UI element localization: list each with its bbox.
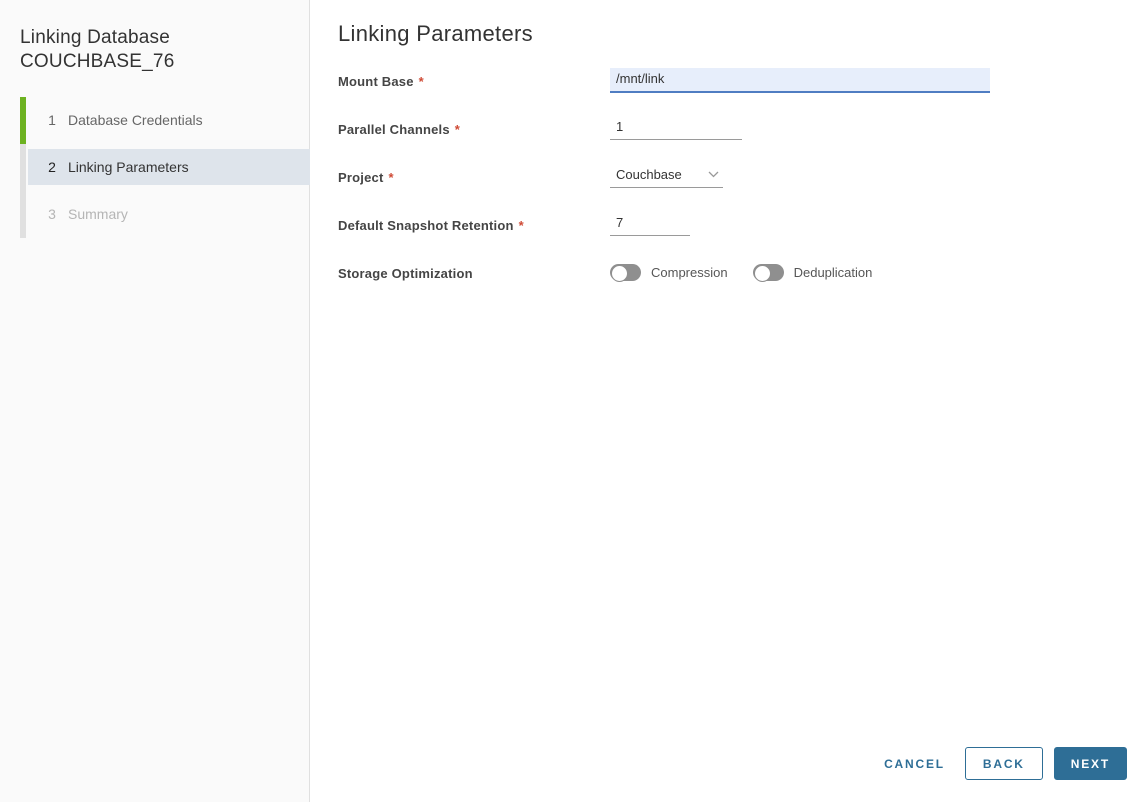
step-number: 3 [48, 206, 56, 222]
wizard-steps: 1 Database Credentials 2 Linking Paramet… [20, 97, 310, 238]
wizard-title: Linking Database COUCHBASE_76 [20, 26, 309, 74]
snapshot-retention-label: Default Snapshot Retention * [338, 218, 524, 233]
snapshot-retention-input[interactable] [610, 212, 690, 236]
required-asterisk: * [454, 122, 461, 137]
step-linking-parameters[interactable]: 2 Linking Parameters [20, 144, 310, 191]
step-number: 1 [48, 112, 56, 128]
required-asterisk: * [518, 218, 524, 233]
wizard-footer: CANCEL BACK NEXT [882, 747, 1127, 780]
cancel-button[interactable]: CANCEL [882, 748, 947, 780]
mount-base-row: Mount Base * [338, 68, 1148, 116]
deduplication-toggle[interactable] [752, 264, 784, 282]
project-select-value: Couchbase [616, 167, 682, 182]
mount-base-input[interactable] [610, 68, 990, 93]
next-button[interactable]: NEXT [1053, 747, 1127, 780]
step-label: Linking Parameters [68, 159, 189, 175]
step-summary: 3 Summary [20, 191, 309, 238]
wizard-title-line2: COUCHBASE_76 [20, 51, 175, 72]
required-asterisk: * [418, 74, 424, 89]
back-button[interactable]: BACK [964, 747, 1043, 780]
wizard-content: Linking Parameters Mount Base* Parallel … [311, 0, 1148, 802]
parallel-channels-row: Parallel Channels * [338, 116, 1148, 164]
parallel-channels-input[interactable] [610, 116, 742, 140]
step-label: Database Credentials [68, 112, 203, 128]
linking-parameters-form: Mount Base* Parallel Channels* Project* [311, 68, 1148, 308]
deduplication-toggle-group: Deduplication [752, 264, 873, 282]
project-select[interactable]: Couchbase [610, 164, 723, 188]
deduplication-toggle-label: Deduplication [793, 265, 873, 280]
step-label: Summary [68, 206, 128, 222]
mount-base-label: Mount Base * [338, 74, 424, 89]
storage-optimization-row: Storage Optimization Compression Dedupli… [338, 260, 1148, 308]
compression-toggle[interactable] [610, 264, 641, 282]
project-label: Project * [338, 170, 394, 185]
step-number: 2 [48, 159, 56, 175]
chevron-down-icon [708, 171, 719, 178]
wizard-title-line1: Linking Database [20, 27, 171, 48]
project-row: Project * Couchbase [338, 164, 1148, 212]
storage-optimization-label: Storage Optimization [338, 266, 473, 281]
step-database-credentials[interactable]: 1 Database Credentials [20, 97, 309, 144]
linking-wizard-window: Linking Database COUCHBASE_76 1 Database… [0, 0, 1148, 802]
compression-toggle-label: Compression [651, 265, 728, 280]
wizard-sidebar: Linking Database COUCHBASE_76 1 Database… [0, 0, 310, 802]
snapshot-retention-row: Default Snapshot Retention * [338, 212, 1148, 260]
page-title: Linking Parameters [338, 21, 533, 46]
parallel-channels-label: Parallel Channels * [338, 122, 461, 137]
required-asterisk: * [388, 170, 394, 185]
compression-toggle-group: Compression [610, 264, 728, 282]
